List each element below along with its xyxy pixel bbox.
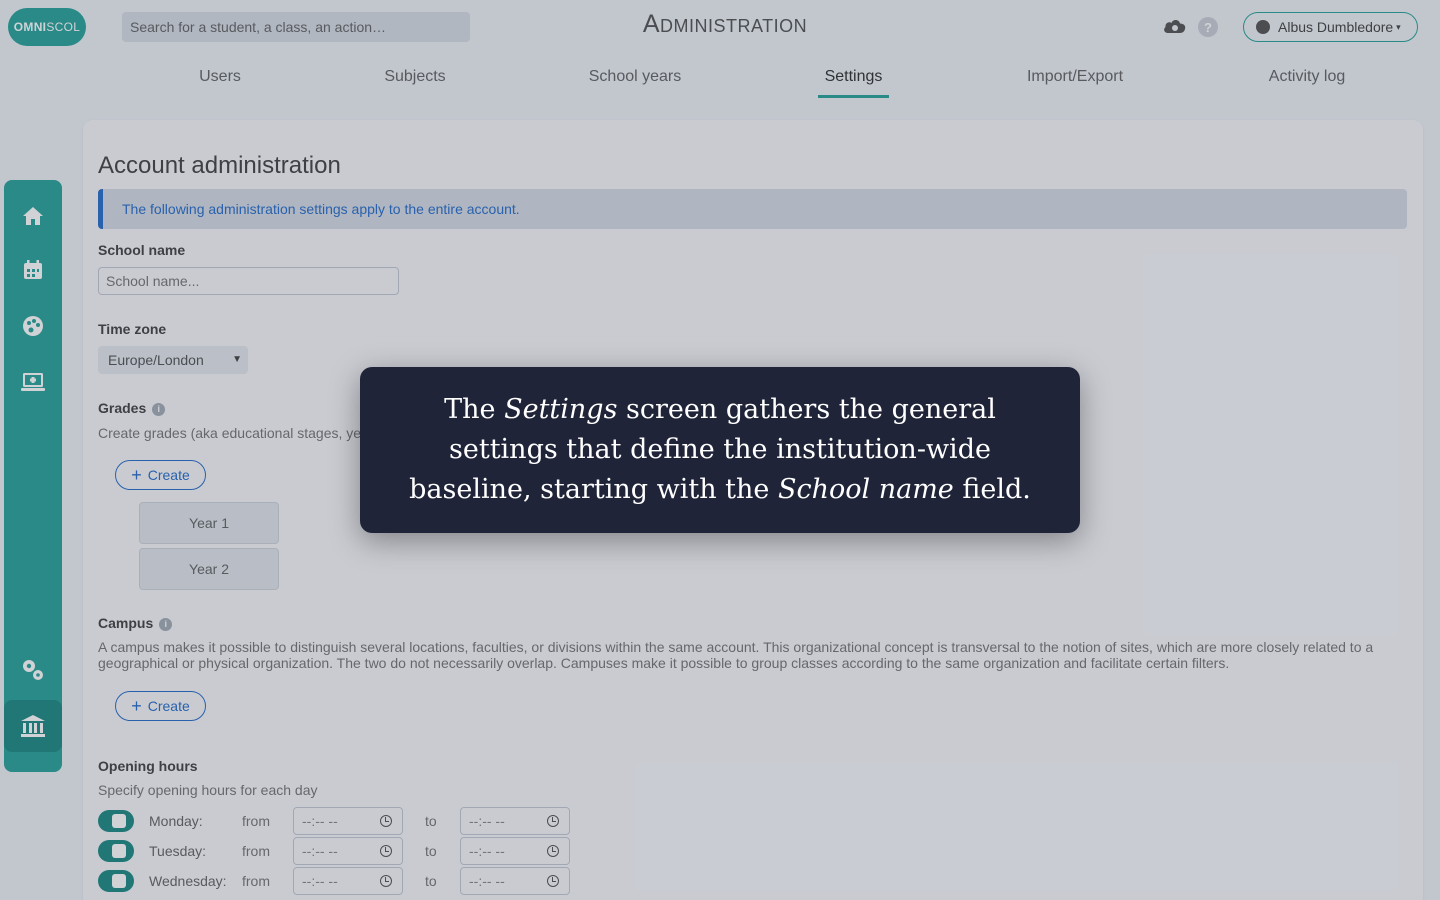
tour-tooltip: The Settings screen gathers the general … [360, 367, 1080, 533]
tooltip-text: The Settings screen gathers the general … [409, 394, 1031, 505]
